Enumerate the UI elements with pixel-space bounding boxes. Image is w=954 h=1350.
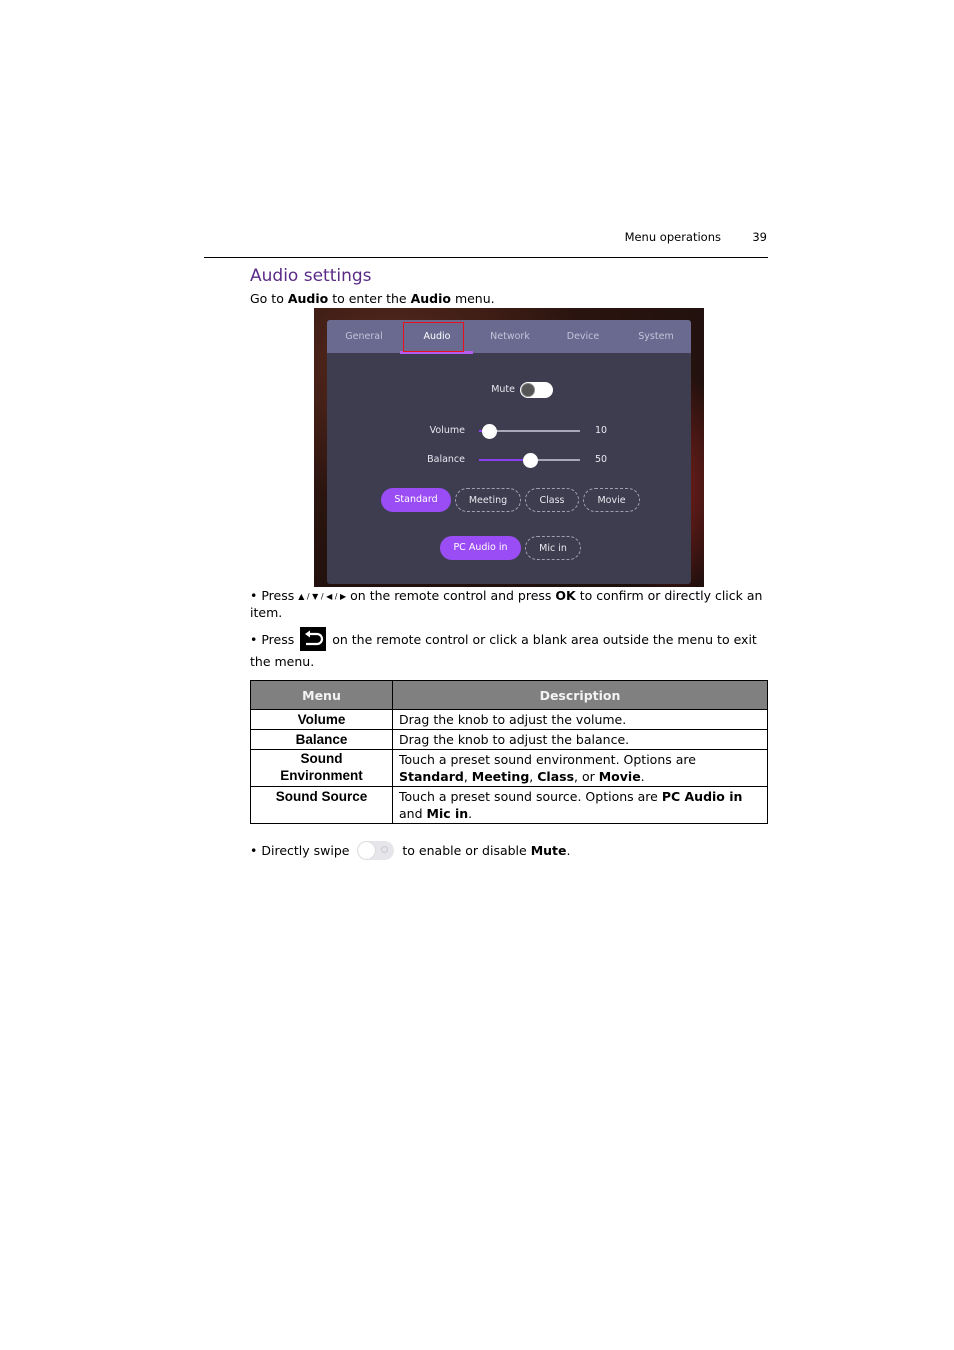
audio-settings-table: Menu Description Volume Drag the knob to…	[250, 680, 768, 824]
desc-cell: Touch a preset sound environment. Option…	[392, 749, 768, 787]
menu-cell: Balance	[250, 729, 393, 750]
table-row: Sound Source Touch a preset sound source…	[250, 786, 768, 824]
header-rule	[204, 257, 768, 258]
table-row: Sound Environment Touch a preset sound e…	[250, 749, 768, 787]
col-header-description: Description	[392, 680, 768, 710]
menu-cell: Sound Source	[250, 786, 393, 824]
tab-general[interactable]: General	[329, 320, 399, 353]
tab-system[interactable]: System	[621, 320, 691, 353]
mute-toggle[interactable]	[520, 382, 553, 398]
page-number: 39	[752, 230, 767, 244]
intro-text: Go to Audio to enter the Audio menu.	[250, 291, 495, 306]
audio-menu-screenshot: General Audio Network Device System Mute…	[314, 308, 704, 587]
volume-slider-knob[interactable]	[482, 424, 498, 439]
settings-panel: General Audio Network Device System Mute…	[327, 320, 691, 584]
desc-cell: Drag the knob to adjust the volume.	[392, 709, 768, 730]
col-header-menu: Menu	[250, 680, 393, 710]
bullet-navigation: • Press ▲ / ▼ / ◀ / ▶ on the remote cont…	[250, 588, 763, 620]
mute-toggle-knob	[521, 383, 535, 397]
tab-bar: General Audio Network Device System	[327, 320, 691, 354]
section-name: Menu operations	[624, 230, 721, 244]
sound-env-movie[interactable]: Movie	[583, 488, 640, 512]
table-row: Balance Drag the knob to adjust the bala…	[250, 729, 768, 750]
bullet-mute-swipe: • Directly swipe to enable or disable Mu…	[250, 841, 571, 860]
table-row: Volume Drag the knob to adjust the volum…	[250, 709, 768, 730]
mute-toggle-icon	[357, 841, 395, 860]
volume-label: Volume	[429, 425, 465, 436]
sound-env-meeting[interactable]: Meeting	[455, 488, 521, 512]
volume-value: 10	[595, 425, 608, 436]
menu-cell: Sound Environment	[250, 749, 393, 787]
bullet-exit: • Press on the remote control or click a…	[250, 627, 770, 672]
desc-cell: Touch a preset sound source. Options are…	[392, 786, 768, 824]
tab-network[interactable]: Network	[475, 320, 545, 353]
balance-slider-knob[interactable]	[522, 453, 538, 468]
back-button-icon	[300, 627, 327, 651]
sound-source-mic[interactable]: Mic in	[525, 536, 581, 560]
section-title: Audio settings	[250, 266, 372, 286]
tab-highlight-box	[403, 322, 464, 352]
sound-source-pc-audio[interactable]: PC Audio in	[440, 536, 521, 560]
arrow-keys-icon: ▲ / ▼ / ◀ / ▶	[298, 592, 347, 601]
desc-cell: Drag the knob to adjust the balance.	[392, 729, 768, 750]
tab-device[interactable]: Device	[548, 320, 618, 353]
sound-env-standard[interactable]: Standard	[381, 488, 451, 512]
balance-value: 50	[595, 454, 608, 465]
balance-slider-fill	[479, 459, 530, 461]
menu-cell: Volume	[250, 709, 393, 730]
balance-label: Balance	[427, 454, 465, 465]
mute-label: Mute	[491, 384, 515, 395]
sound-env-class[interactable]: Class	[525, 488, 579, 512]
